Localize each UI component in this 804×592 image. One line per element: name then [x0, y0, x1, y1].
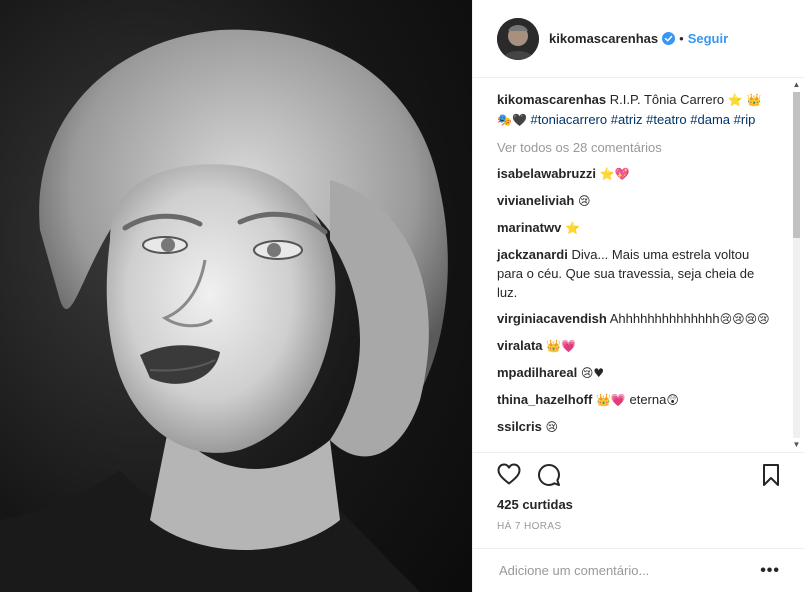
- hashtag-link[interactable]: #rip: [734, 112, 756, 127]
- comment-username[interactable]: marinatwv: [497, 220, 561, 235]
- comment: mpadilhareal 😢♥: [497, 363, 775, 383]
- comment-bubble-icon[interactable]: [537, 463, 561, 487]
- scroll-up-arrow-icon[interactable]: ▲: [791, 80, 802, 90]
- comment: vivianeliviah 😢: [497, 191, 775, 211]
- verified-badge-icon: [662, 32, 676, 45]
- caption-emoji: ⭐ 👑: [727, 93, 762, 107]
- likes-count[interactable]: 425 curtidas: [497, 497, 573, 512]
- hashtag-link[interactable]: #teatro: [646, 112, 686, 127]
- comments-list[interactable]: kikomascarenhas R.I.P. Tônia Carrero ⭐ 👑…: [473, 78, 791, 450]
- comment-emoji: 👑💗: [546, 339, 577, 353]
- comment-emoji: 😢♥: [580, 366, 605, 380]
- username[interactable]: kikomascarenhas: [549, 31, 658, 46]
- comment-username[interactable]: jackzanardi: [497, 247, 568, 262]
- comment-emoji: 👑💗: [595, 393, 626, 407]
- bookmark-icon[interactable]: [762, 463, 780, 487]
- comment-username[interactable]: thina_hazelhoff: [497, 392, 592, 407]
- comment-emoji: 😲: [666, 393, 679, 407]
- scroll-down-arrow-icon[interactable]: ▼: [791, 440, 802, 450]
- caption-username[interactable]: kikomascarenhas: [497, 92, 606, 107]
- comments-scrollbar[interactable]: ▲ ▼: [791, 80, 802, 450]
- portrait-image: [0, 0, 472, 592]
- scrollbar-thumb[interactable]: [793, 92, 800, 238]
- follow-button[interactable]: Seguir: [688, 31, 728, 46]
- comment-input[interactable]: [497, 562, 761, 579]
- add-comment-bar: •••: [473, 548, 804, 592]
- comment-emoji: 😢😢😢😢: [719, 312, 770, 326]
- avatar[interactable]: [497, 17, 539, 60]
- separator-dot: •: [679, 31, 684, 46]
- comment-emoji: ⭐: [564, 221, 580, 235]
- like-heart-icon[interactable]: [497, 463, 521, 485]
- hashtag-link[interactable]: #dama: [690, 112, 730, 127]
- view-all-comments-link[interactable]: Ver todos os 28 comentários: [497, 140, 791, 155]
- likes-label: curtidas: [522, 497, 573, 512]
- comment-text: Ahhhhhhhhhhhhhh: [609, 311, 720, 326]
- comment-username[interactable]: viralata: [497, 338, 543, 353]
- post-header: kikomascarenhas • Seguir: [473, 0, 804, 78]
- comment: viralata 👑💗: [497, 336, 775, 356]
- comment: virginiacavendish Ahhhhhhhhhhhhhh😢😢😢😢: [497, 309, 775, 329]
- comment: ssilcris 😢: [497, 417, 775, 437]
- avatar-image: [497, 17, 539, 60]
- action-bar: [473, 452, 804, 496]
- comment: thina_hazelhoff 👑💗 eterna😲: [497, 390, 775, 410]
- instagram-post: kikomascarenhas • Seguir kikomascarenhas…: [0, 0, 804, 592]
- post-sidebar: kikomascarenhas • Seguir kikomascarenhas…: [472, 0, 804, 592]
- hashtag-link[interactable]: #atriz: [611, 112, 643, 127]
- comment-username[interactable]: isabelawabruzzi: [497, 166, 596, 181]
- more-options-icon[interactable]: •••: [760, 562, 780, 580]
- caption-text: R.I.P. Tônia Carrero: [609, 92, 725, 107]
- comment: isabelawabruzzi ⭐💖: [497, 164, 775, 184]
- comment-text: eterna: [629, 392, 667, 407]
- comment-username[interactable]: mpadilhareal: [497, 365, 577, 380]
- scrollbar-track[interactable]: [793, 92, 800, 438]
- comment-emoji: ⭐💖: [599, 167, 630, 181]
- comment-emoji: 😢: [577, 194, 591, 208]
- post-photo[interactable]: [0, 0, 472, 592]
- likes-number: 425: [497, 497, 519, 512]
- comment-username[interactable]: virginiacavendish: [497, 311, 607, 326]
- comment-username[interactable]: vivianeliviah: [497, 193, 574, 208]
- post-timestamp[interactable]: HÁ 7 HORAS: [497, 521, 562, 532]
- comment: jackzanardi Diva... Mais uma estrela vol…: [497, 245, 775, 302]
- comment-username[interactable]: ssilcris: [497, 419, 542, 434]
- caption: kikomascarenhas R.I.P. Tônia Carrero ⭐ 👑…: [497, 90, 775, 130]
- hashtag-link[interactable]: #toniacarrero: [531, 112, 608, 127]
- caption-emoji: 🎭🖤: [497, 113, 527, 127]
- comment-emoji: 😢: [545, 420, 558, 434]
- comment: marinatwv ⭐: [497, 218, 775, 238]
